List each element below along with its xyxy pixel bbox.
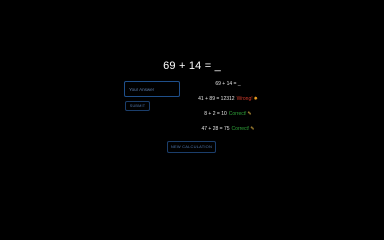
history-expression: 47 + 28 = 75	[201, 126, 230, 132]
submit-button[interactable]: SUBMIT	[125, 101, 150, 111]
history-item: 41 + 89 = 12312 Wrong!✸	[188, 95, 268, 103]
history-expression: 41 + 89 = 12312	[198, 96, 235, 102]
history-expression: 69 + 14 = _	[215, 81, 241, 87]
party-icon: ✎	[247, 111, 252, 117]
calculator-game: 69 + 14 = _ SUBMIT 69 + 14 = _ 41 + 89 =…	[0, 0, 384, 211]
party-icon: ✎	[250, 126, 255, 132]
status-wrong-label: Wrong!	[236, 96, 253, 102]
history-item: 69 + 14 = _	[188, 80, 268, 88]
answer-input[interactable]	[124, 81, 180, 97]
status-correct-label: Correct!	[231, 126, 250, 132]
burst-icon: ✸	[253, 96, 258, 102]
new-calculation-button[interactable]: NEW CALCULATION	[167, 141, 216, 153]
status-correct-label: Correct!	[228, 111, 247, 117]
question-text: 69 + 14 = _	[163, 60, 221, 72]
history-expression: 8 + 2 = 10	[204, 111, 227, 117]
history-item: 47 + 28 = 75 Correct!✎	[188, 125, 268, 133]
history-item: 8 + 2 = 10 Correct!✎	[188, 110, 268, 118]
